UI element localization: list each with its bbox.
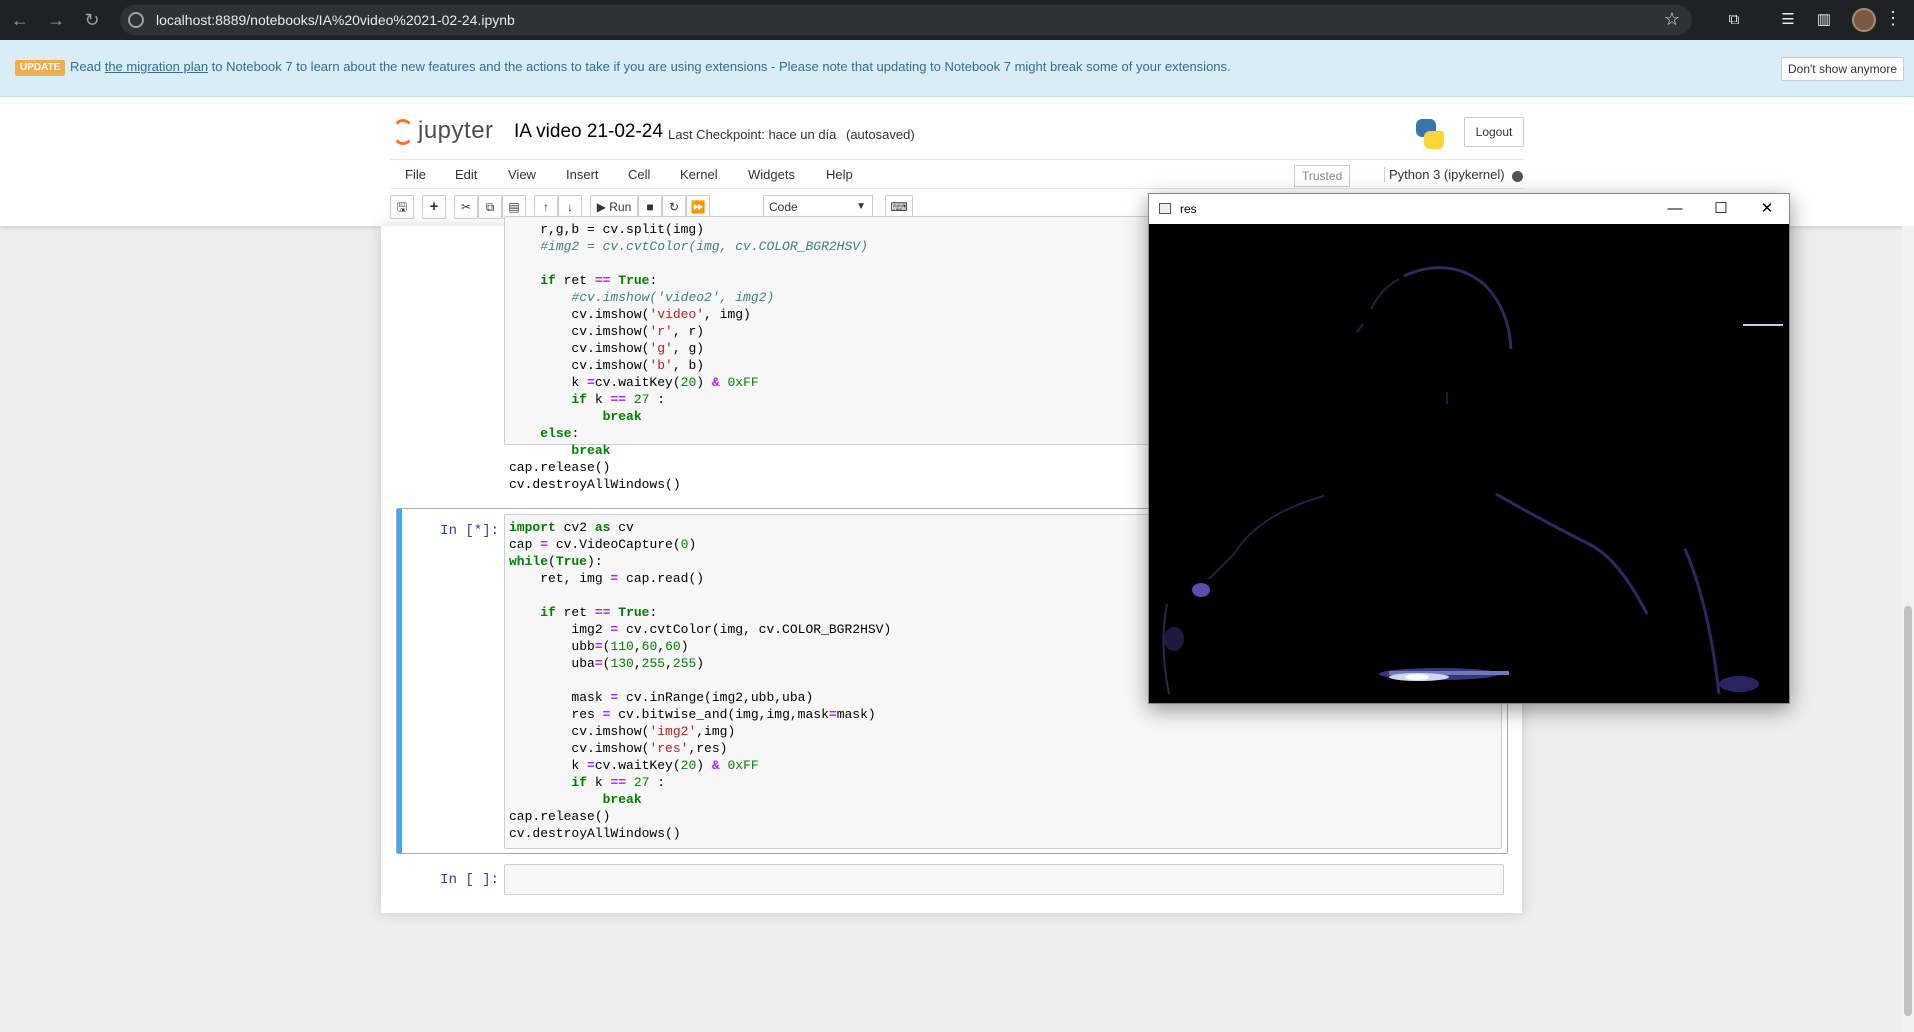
code-editor[interactable] (504, 864, 1504, 895)
chevron-down-icon: ▼ (856, 201, 866, 212)
banner-read: Read (70, 59, 102, 74)
jupyter-logo-icon (392, 119, 414, 145)
migration-plan-link[interactable]: the migration plan (105, 59, 208, 74)
run-label: Run (609, 200, 632, 214)
autosave-status: (autosaved) (846, 127, 915, 142)
menu-kernel[interactable]: Kernel (680, 167, 718, 182)
menu-widgets[interactable]: Widgets (748, 167, 795, 182)
menu-cell[interactable]: Cell (628, 167, 650, 182)
scrollbar-thumb[interactable] (1904, 606, 1912, 1016)
forward-icon[interactable]: → (44, 8, 68, 32)
bookmark-star-icon[interactable]: ☆ (1664, 9, 1680, 30)
cell-type-value: Code (769, 200, 798, 214)
back-icon[interactable]: ← (8, 8, 32, 32)
window-titlebar[interactable]: res — ☐ ✕ (1149, 194, 1789, 224)
menu-edit[interactable]: Edit (455, 167, 477, 182)
profile-avatar[interactable] (1852, 8, 1876, 32)
jupyter-logo-text: jupyter (418, 117, 494, 144)
reload-icon[interactable]: ↻ (80, 8, 104, 32)
menu-insert[interactable]: Insert (566, 167, 599, 182)
window-title: res (1180, 202, 1197, 216)
update-badge: UPDATE (15, 60, 66, 76)
masked-frame-image (1149, 224, 1789, 703)
selected-cell-indicator (397, 509, 402, 853)
logout-button[interactable]: Logout (1464, 117, 1524, 147)
banner-text: to Notebook 7 to learn about the new fea… (211, 59, 1231, 74)
close-icon[interactable]: ✕ (1745, 197, 1789, 221)
window-app-icon (1159, 203, 1171, 214)
cell-prompt: In [ ]: (440, 872, 499, 888)
minimize-icon[interactable]: — (1653, 197, 1697, 221)
browser-menu-icon[interactable]: ⋮ (1884, 8, 1902, 29)
url-text: localhost:8889/notebooks/IA%20video%2021… (156, 12, 515, 28)
page-scrollbar[interactable] (1902, 226, 1914, 1032)
opencv-res-window[interactable]: res — ☐ ✕ (1148, 193, 1790, 704)
code-cell-empty[interactable]: In [ ]: (397, 862, 1509, 902)
kernel-indicator[interactable]: Python 3 (ipykernel) (1384, 167, 1505, 182)
banner-message: Read the migration plan to Notebook 7 to… (70, 59, 1231, 74)
menu-bar: File Edit View Insert Cell Kernel Widget… (390, 159, 1524, 189)
menu-file[interactable]: File (405, 167, 426, 182)
update-banner: UPDATE Read the migration plan to Notebo… (0, 40, 1914, 97)
maximize-icon[interactable]: ☐ (1699, 197, 1743, 221)
last-checkpoint: Last Checkpoint: hace un día (668, 127, 837, 142)
python-logo-icon (1414, 119, 1444, 149)
notebook-title[interactable]: IA video 21-02-24 (514, 121, 663, 143)
kernel-busy-icon (1512, 171, 1523, 182)
menu-help[interactable]: Help (826, 167, 853, 182)
dont-show-anymore-button[interactable]: Don't show anymore (1781, 57, 1905, 81)
reading-list-icon[interactable]: ☰ (1778, 10, 1798, 30)
extensions-icon[interactable]: ⧉ (1724, 10, 1744, 30)
res-video-frame (1149, 224, 1789, 703)
trusted-indicator[interactable]: Trusted (1294, 165, 1351, 187)
address-bar[interactable]: localhost:8889/notebooks/IA%20video%2021… (120, 5, 1692, 35)
menu-view[interactable]: View (508, 167, 536, 182)
site-info-icon[interactable] (128, 12, 144, 28)
browser-toolbar: ← → ↻ localhost:8889/notebooks/IA%20vide… (0, 0, 1914, 40)
cell-prompt: In [*]: (440, 523, 499, 539)
side-panel-icon[interactable]: ▥ (1814, 10, 1834, 30)
